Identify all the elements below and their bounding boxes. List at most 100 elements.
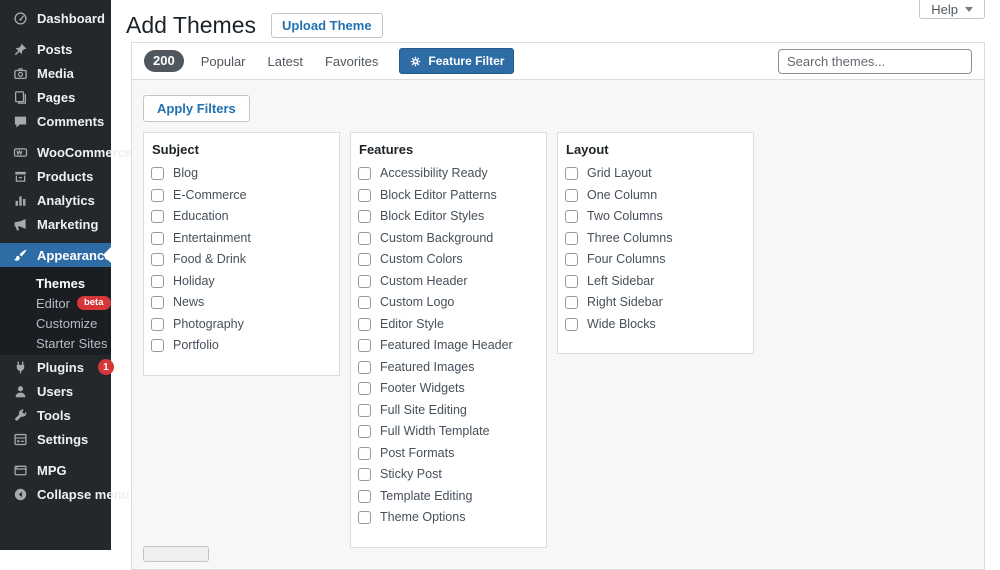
sidebar-item[interactable]: Comments [0,109,111,133]
sidebar-subitem[interactable]: Customize [0,313,111,333]
sidebar-item[interactable]: Products [0,164,111,188]
filter-checkbox[interactable] [358,468,371,481]
filter-checkbox[interactable] [358,253,371,266]
filter-checkbox-row[interactable]: Blog [151,167,331,180]
filter-checkbox[interactable] [358,210,371,223]
sidebar-item[interactable]: Dashboard [0,6,111,30]
filter-checkbox-row[interactable]: Custom Header [358,275,538,288]
sidebar-subitem[interactable]: Starter Sites [0,333,111,353]
filter-checkbox-row[interactable]: Post Formats [358,447,538,460]
filter-checkbox[interactable] [151,318,164,331]
filter-checkbox-row[interactable]: Portfolio [151,339,331,352]
help-dropdown[interactable]: Help [919,0,985,19]
filter-checkbox[interactable] [358,167,371,180]
filter-checkbox[interactable] [565,318,578,331]
filter-checkbox[interactable] [358,275,371,288]
collapse-icon [13,487,28,502]
filter-checkbox-row[interactable]: Education [151,210,331,223]
filter-checkbox[interactable] [358,296,371,309]
apply-filters-button-bottom[interactable] [143,546,209,562]
filter-checkbox[interactable] [358,382,371,395]
filter-checkbox[interactable] [565,167,578,180]
sidebar-subitem[interactable]: Themes [0,273,111,293]
filter-checkbox[interactable] [151,210,164,223]
sidebar-item[interactable]: Settings [0,427,111,451]
sidebar-item[interactable]: Analytics [0,188,111,212]
filter-checkbox[interactable] [565,232,578,245]
filter-link[interactable]: Latest [257,54,314,69]
filter-checkbox-row[interactable]: Sticky Post [358,468,538,481]
sidebar-item[interactable]: Users [0,379,111,403]
filter-checkbox[interactable] [151,275,164,288]
filter-checkbox[interactable] [358,425,371,438]
filter-checkbox-row[interactable]: Block Editor Styles [358,210,538,223]
upload-theme-button[interactable]: Upload Theme [271,13,383,38]
sidebar-item[interactable]: Posts [0,37,111,61]
filter-checkbox[interactable] [565,253,578,266]
filter-checkbox-row[interactable]: One Column [565,189,745,202]
filter-checkbox-row[interactable]: Full Site Editing [358,404,538,417]
filter-checkbox[interactable] [151,189,164,202]
filter-checkbox[interactable] [151,232,164,245]
filter-checkbox-row[interactable]: E-Commerce [151,189,331,202]
filter-checkbox[interactable] [565,210,578,223]
filter-checkbox[interactable] [358,511,371,524]
filter-checkbox[interactable] [358,339,371,352]
filter-checkbox[interactable] [565,275,578,288]
filter-checkbox-row[interactable]: Editor Style [358,318,538,331]
sidebar-item[interactable]: Media [0,61,111,85]
filter-checkbox[interactable] [358,189,371,202]
filter-checkbox-row[interactable]: Custom Background [358,232,538,245]
filter-checkbox[interactable] [151,253,164,266]
search-input[interactable] [778,49,972,74]
filter-checkbox[interactable] [565,296,578,309]
filter-link[interactable]: Popular [190,54,257,69]
filter-link[interactable]: Favorites [314,54,389,69]
filter-checkbox-row[interactable]: Custom Logo [358,296,538,309]
filter-checkbox-row[interactable]: Featured Image Header [358,339,538,352]
filter-checkbox-row[interactable]: Grid Layout [565,167,745,180]
sidebar-item[interactable]: WooCommerce [0,140,111,164]
filter-checkbox-row[interactable]: Wide Blocks [565,318,745,331]
filter-checkbox-row[interactable]: Accessibility Ready [358,167,538,180]
filter-checkbox-row[interactable]: Template Editing [358,490,538,503]
filter-groups: Subject Blog E-Commerce [143,132,973,548]
collapse-menu-button[interactable]: Collapse menu [0,482,111,506]
filter-checkbox-row[interactable]: Right Sidebar [565,296,745,309]
sidebar-item-appearance[interactable]: Appearance [0,243,111,267]
filter-checkbox-row[interactable]: Two Columns [565,210,745,223]
filter-checkbox-row[interactable]: News [151,296,331,309]
filter-checkbox-row[interactable]: Theme Options [358,511,538,524]
filter-checkbox-row[interactable]: Holiday [151,275,331,288]
filter-checkbox[interactable] [358,232,371,245]
filter-checkbox-row[interactable]: Featured Images [358,361,538,374]
sidebar-item[interactable]: Marketing [0,212,111,236]
sidebar-item[interactable]: Pages [0,85,111,109]
filter-checkbox[interactable] [151,339,164,352]
sidebar-subitem[interactable]: Editor beta [0,293,111,313]
filter-checkbox-row[interactable]: Block Editor Patterns [358,189,538,202]
filter-checkbox-row[interactable]: Full Width Template [358,425,538,438]
sidebar-item[interactable]: MPG [0,458,111,482]
filter-checkbox-row[interactable]: Left Sidebar [565,275,745,288]
filter-checkbox[interactable] [358,318,371,331]
filter-checkbox[interactable] [358,404,371,417]
filter-checkbox[interactable] [358,447,371,460]
filter-checkbox[interactable] [565,189,578,202]
filter-checkbox-row[interactable]: Footer Widgets [358,382,538,395]
apply-filters-button[interactable]: Apply Filters [143,95,250,122]
filter-checkbox-row[interactable]: Photography [151,318,331,331]
sidebar-item[interactable]: Plugins 1 [0,355,111,379]
feature-filter-button[interactable]: Feature Filter [399,48,514,74]
filter-checkbox[interactable] [151,296,164,309]
filter-checkbox[interactable] [358,361,371,374]
filter-checkbox-row[interactable]: Four Columns [565,253,745,266]
filter-checkbox-row[interactable]: Custom Colors [358,253,538,266]
filter-checkbox[interactable] [358,490,371,503]
filter-checkbox-row[interactable]: Entertainment [151,232,331,245]
filter-checkbox-row[interactable]: Food & Drink [151,253,331,266]
filter-checkbox-row[interactable]: Three Columns [565,232,745,245]
sidebar-item[interactable]: Tools [0,403,111,427]
filter-checkbox[interactable] [151,167,164,180]
filter-group-layout: Layout Grid Layout One Column [557,132,754,354]
